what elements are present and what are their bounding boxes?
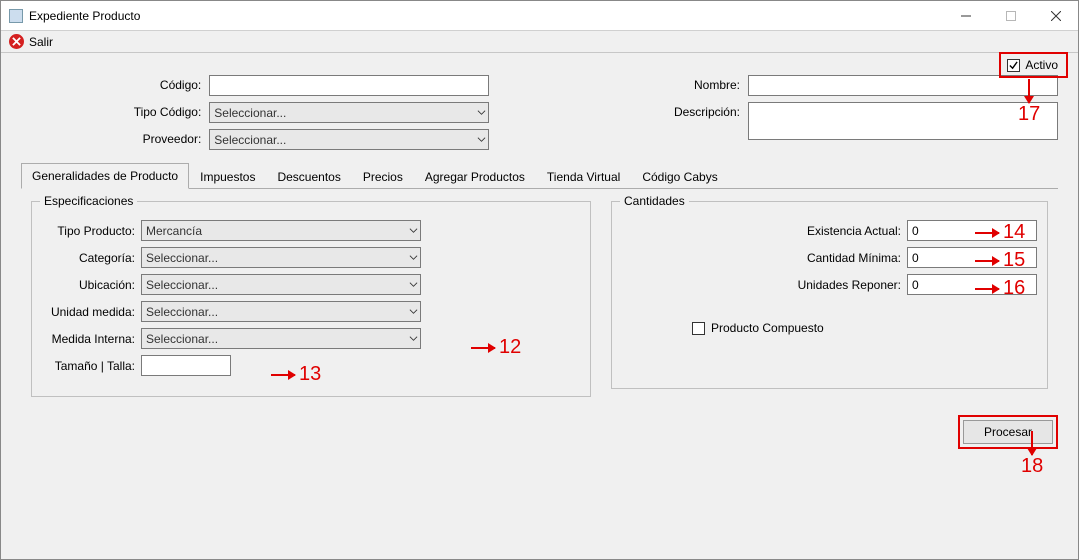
tamano-input[interactable] [141,355,231,376]
activo-checkbox-wrap[interactable]: Activo [999,52,1068,78]
tipo-producto-select[interactable]: Mercancía [141,220,421,241]
minima-input[interactable] [907,247,1037,268]
tab-impuestos[interactable]: Impuestos [189,164,266,189]
top-row: Activo [1,53,1078,61]
codigo-input[interactable] [209,75,489,96]
reponer-label: Unidades Reponer: [798,278,901,292]
exit-icon [9,34,24,49]
cantidades-fieldset: Cantidades Existencia Actual: Cantidad M… [611,201,1048,389]
tab-tienda-virtual[interactable]: Tienda Virtual [536,164,631,189]
procesar-wrap: Procesar [21,409,1058,449]
chevron-down-icon [477,106,486,120]
existencia-label: Existencia Actual: [807,224,901,238]
tipo-producto-label: Tipo Producto: [42,224,135,238]
maximize-icon [1006,11,1016,21]
tab-codigo-cabys[interactable]: Código Cabys [631,164,728,189]
salir-label: Salir [29,35,53,49]
titlebar: Expediente Producto [1,1,1078,31]
producto-compuesto-checkbox-wrap[interactable]: Producto Compuesto [692,321,1037,335]
app-icon [9,9,23,23]
window-title: Expediente Producto [29,9,943,23]
close-icon [1051,11,1061,21]
tamano-label: Tamaño | Talla: [42,359,135,373]
chevron-down-icon [409,305,418,319]
nombre-label: Nombre: [561,75,742,92]
descripcion-textarea[interactable] [748,102,1058,140]
tab-precios[interactable]: Precios [352,164,414,189]
unidad-medida-select[interactable]: Seleccionar... [141,301,421,322]
proveedor-select[interactable]: Seleccionar... [209,129,489,150]
close-button[interactable] [1033,1,1078,30]
codigo-label: Código: [21,75,203,92]
nombre-input[interactable] [748,75,1058,96]
medida-interna-label: Medida Interna: [42,332,135,346]
tab-agregar-productos[interactable]: Agregar Productos [414,164,536,189]
salir-button[interactable]: Salir [9,34,53,49]
spec-legend: Especificaciones [40,194,137,208]
checkmark-icon [1009,61,1018,70]
minimize-button[interactable] [943,1,988,30]
tab-content: Especificaciones Tipo Producto: Mercancí… [21,189,1058,409]
tipo-codigo-select[interactable]: Seleccionar... [209,102,489,123]
medida-interna-select[interactable]: Seleccionar... [141,328,421,349]
existencia-input[interactable] [907,220,1037,241]
minimize-icon [961,11,971,21]
ubicacion-select[interactable]: Seleccionar... [141,274,421,295]
maximize-button[interactable] [988,1,1033,30]
especificaciones-fieldset: Especificaciones Tipo Producto: Mercancí… [31,201,591,397]
window-root: Expediente Producto Salir Ac [0,0,1079,560]
unidad-medida-label: Unidad medida: [42,305,135,319]
tipo-codigo-label: Tipo Código: [21,102,203,119]
categoria-select[interactable]: Seleccionar... [141,247,421,268]
procesar-button[interactable]: Procesar [963,420,1053,444]
proveedor-label: Proveedor: [21,129,203,146]
reponer-input[interactable] [907,274,1037,295]
producto-compuesto-checkbox[interactable] [692,322,705,335]
tab-descuentos[interactable]: Descuentos [266,164,351,189]
categoria-label: Categoría: [42,251,135,265]
descripcion-label: Descripción: [561,102,742,119]
minima-label: Cantidad Mínima: [807,251,901,265]
chevron-down-icon [477,133,486,147]
ubicacion-label: Ubicación: [42,278,135,292]
procesar-highlight: Procesar [958,415,1058,449]
chevron-down-icon [409,251,418,265]
producto-compuesto-label: Producto Compuesto [711,321,824,335]
tab-generalidades[interactable]: Generalidades de Producto [21,163,189,189]
activo-checkbox[interactable] [1007,59,1020,72]
header-form: Código: Nombre: Tipo Código: Seleccionar… [1,61,1078,160]
tabs: Generalidades de Producto Impuestos Desc… [21,162,1058,189]
chevron-down-icon [409,332,418,346]
toolbar: Salir [1,31,1078,53]
chevron-down-icon [409,278,418,292]
activo-label: Activo [1025,58,1058,72]
chevron-down-icon [409,224,418,238]
qty-legend: Cantidades [620,194,689,208]
